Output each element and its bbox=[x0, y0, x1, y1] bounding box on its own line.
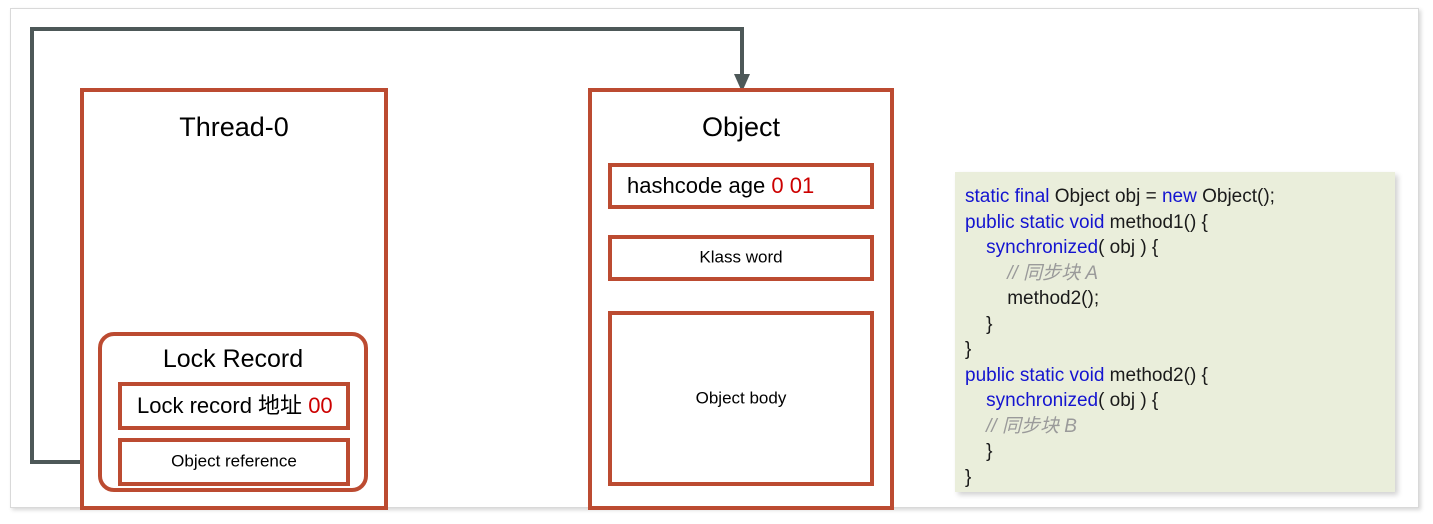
code-text: method1() { bbox=[1104, 211, 1208, 233]
code-keyword: new bbox=[1161, 186, 1197, 207]
code-text: Object obj = bbox=[1049, 186, 1162, 207]
code-text: ( obj ) { bbox=[1098, 390, 1159, 411]
lock-record-title: Lock Record bbox=[162, 345, 304, 373]
klass-word-label: Klass word bbox=[699, 247, 783, 267]
code-text: method2(); bbox=[1007, 288, 1100, 309]
object-reference-row: Object reference bbox=[118, 438, 350, 486]
hashcode-value: 0 01 bbox=[771, 172, 815, 198]
klass-word-row: Klass word bbox=[608, 235, 874, 281]
code-line: public static void method2() { bbox=[965, 363, 1395, 389]
object-body-label: Object body bbox=[695, 388, 787, 408]
code-keyword: public static void bbox=[965, 364, 1105, 386]
code-text: } bbox=[986, 313, 993, 335]
code-line: // 同步块 B bbox=[965, 414, 1395, 440]
code-comment: // 同步块 A bbox=[1007, 262, 1099, 284]
code-text: ( obj ) { bbox=[1098, 237, 1159, 258]
object-reference-label: Object reference bbox=[171, 451, 297, 471]
code-keyword: synchronized bbox=[986, 390, 1099, 411]
code-line: } bbox=[965, 465, 1395, 491]
code-keyword: static final bbox=[965, 186, 1050, 207]
mark-word-text: hashcode age 0 01 bbox=[612, 172, 870, 198]
code-line: static final Object obj = new Object(); bbox=[965, 184, 1395, 210]
code-keyword: public static void bbox=[965, 211, 1105, 233]
code-text: Object(); bbox=[1196, 186, 1275, 207]
code-line: synchronized( obj ) { bbox=[965, 235, 1395, 261]
object-title: Object bbox=[701, 112, 781, 142]
code-text: } bbox=[986, 441, 993, 462]
code-line: method2(); bbox=[965, 286, 1395, 312]
code-text: } bbox=[965, 339, 972, 360]
code-text: } bbox=[965, 466, 972, 488]
thread-title: Thread-0 bbox=[179, 112, 289, 142]
code-line: } bbox=[965, 337, 1395, 363]
lock-record-address-text: Lock record 地址 00 bbox=[122, 392, 346, 418]
code-line: // 同步块 A bbox=[965, 261, 1395, 287]
lock-record-address-row: Lock record 地址 00 bbox=[118, 382, 350, 430]
code-line: } bbox=[965, 312, 1395, 338]
code-line: } bbox=[965, 439, 1395, 465]
code-snippet-panel: static final Object obj = new Object(); p… bbox=[955, 172, 1395, 492]
code-comment: // 同步块 B bbox=[986, 415, 1077, 437]
lock-record-address-label: Lock record 地址 bbox=[137, 392, 303, 418]
code-line: public static void method1() { bbox=[965, 210, 1395, 236]
diagram-canvas: Thread-0 Lock Record Lock record 地址 00 O… bbox=[0, 0, 1433, 524]
object-body-row: Object body bbox=[608, 311, 874, 486]
code-line: synchronized( obj ) { bbox=[965, 388, 1395, 414]
lock-record-address-value: 00 bbox=[308, 392, 333, 418]
code-text: method2() { bbox=[1104, 364, 1208, 386]
code-keyword: synchronized bbox=[986, 237, 1099, 258]
hashcode-label: hashcode age bbox=[627, 172, 766, 198]
mark-word-row: hashcode age 0 01 bbox=[608, 163, 874, 209]
